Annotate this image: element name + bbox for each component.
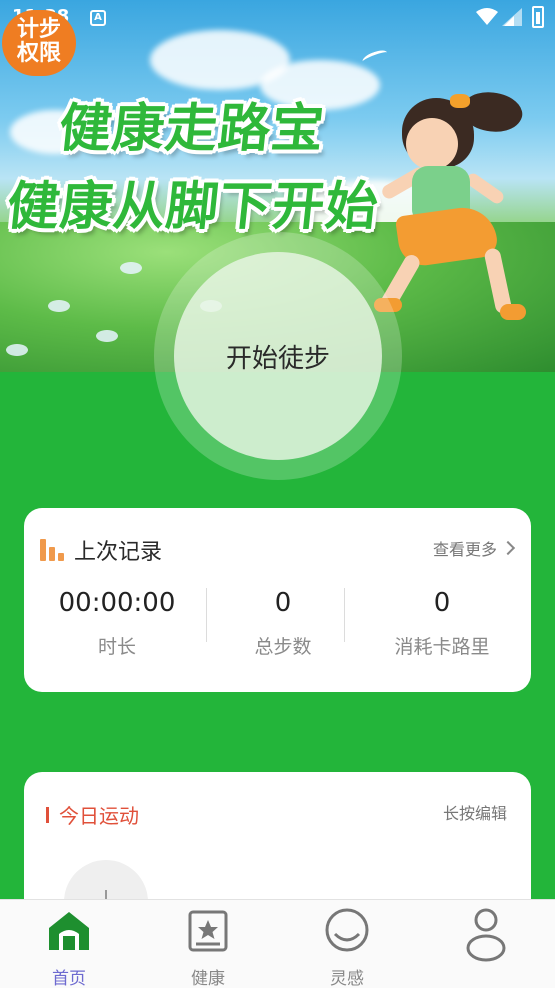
flower [6,344,28,356]
accent-bar [46,806,49,823]
nav-profile[interactable] [436,906,536,974]
long-press-edit-hint: 长按编辑 [442,804,507,823]
view-more-label: 查看更多 [432,540,497,559]
stat-value: 00:00:00 [58,588,176,618]
nav-inspiration[interactable]: 灵感 [297,906,397,988]
divider [206,588,207,642]
stat-value: 0 [433,588,451,618]
profile-icon [466,908,506,962]
status-bar: 11:38 A [0,0,555,36]
today-sport-header: 今日运动 [46,800,139,829]
step-permission-button[interactable]: 计步 权限 [2,10,76,76]
nav-home-label: 首页 [52,969,86,988]
stat-duration: 00:00:00 时长 [42,588,192,659]
flower [96,330,118,342]
nav-home[interactable]: 首页 [19,906,119,988]
last-record-title: 上次记录 [74,540,163,565]
nav-health-label: 健康 [191,969,225,988]
battery-icon [532,6,544,28]
smile-icon [325,908,369,952]
wifi-icon [476,8,498,25]
stat-calories: 0 消耗卡路里 [367,588,517,659]
nav-inspiration-label: 灵感 [330,969,364,988]
slogan-line-1: 健康走路宝 [56,99,328,159]
home-icon [49,912,89,950]
stat-label: 总步数 [254,636,312,658]
signal-icon [502,8,522,26]
permission-label: 计步 权限 [16,17,61,66]
last-record-card: 上次记录 查看更多 00:00:00 时长 0 总步数 0 消耗卡路里 [24,508,531,692]
bottom-nav: 首页 健康 灵感 [0,899,555,988]
running-girl-illustration [372,83,542,332]
stat-steps: 0 总步数 [208,588,358,659]
slogan-line-2: 健康从脚下开始 [4,177,382,237]
start-walking-button[interactable]: 开始徒步 [174,252,382,460]
nav-health[interactable]: 健康 [158,906,258,988]
stat-label: 时长 [97,636,136,658]
stat-value: 0 [274,588,292,618]
bar-chart-icon [40,539,66,561]
start-walking-label: 开始徒步 [225,343,330,374]
stat-label: 消耗卡路里 [394,636,490,658]
flower [120,262,142,274]
flower [48,300,70,312]
bird [361,47,389,67]
health-star-icon [188,910,228,952]
chevron-right-icon [500,540,516,556]
notification-icon: A [90,10,106,26]
last-record-header: 上次记录 [40,534,162,566]
today-sport-title: 今日运动 [59,804,139,828]
view-more-link[interactable]: 查看更多 [432,536,516,560]
divider [344,588,345,642]
